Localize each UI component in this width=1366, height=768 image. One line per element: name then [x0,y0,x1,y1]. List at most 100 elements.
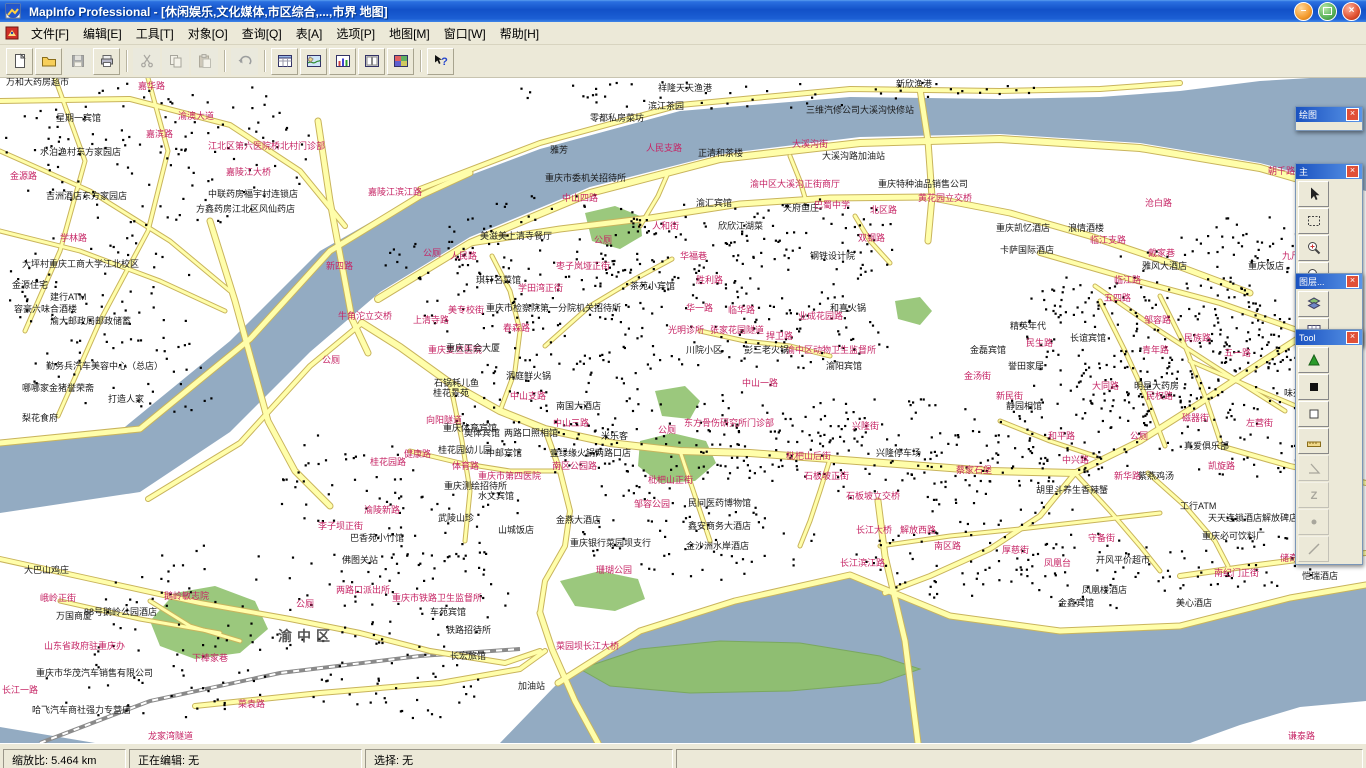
map-label: 渝中区大溪沟正街商厅 [750,178,840,189]
palette-layers-layers-button[interactable] [1298,291,1329,317]
status-zoom[interactable]: 缩放比: 5.464 km [3,749,126,768]
restore-button[interactable] [1318,2,1337,21]
map-label: 菜园坝长江大桥 [556,640,619,651]
palette-drawing-close-button[interactable]: × [1346,108,1359,121]
map-label: 青年路 [1142,344,1169,355]
menu-options[interactable]: 选项[P] [329,25,382,43]
map-label: 重庆凯忆酒店 [996,222,1050,233]
menu-query[interactable]: 查询[Q] [235,25,289,43]
map-label: 重庆特种油品销售公司 [878,178,968,189]
minimize-button[interactable]: – [1294,2,1313,21]
title-bar[interactable]: MapInfo Professional - [休闲娱乐,文化媒体,市区综合,.… [0,0,1366,22]
menu-table[interactable]: 表[A] [289,25,330,43]
map-label: 大同路 [1092,380,1119,391]
palette-layers-titlebar[interactable]: 图层...× [1296,274,1362,289]
map-label: 公厕 [296,599,314,609]
palette-tool-runner-button[interactable] [1298,347,1329,373]
map-label: 朝千路 [1268,165,1295,176]
palette-main-arrow-button[interactable] [1298,181,1329,207]
palette-main-close-button[interactable]: × [1346,165,1359,178]
palette-tool-title: Tool [1299,333,1343,343]
toolbar-undo-button [231,48,258,75]
palette-tool-whitesquare-button[interactable] [1298,401,1329,427]
zoomin-icon [1306,240,1322,256]
map-label: 枇杷山后街 [786,450,831,461]
map-label: 沧白路 [1145,197,1172,208]
palette-main-zoomin-button[interactable] [1298,235,1329,261]
toolbar-new-redistrict-button[interactable] [387,48,414,75]
ruler-icon [1306,433,1322,449]
menu-objects[interactable]: 对象[O] [181,25,235,43]
menu-help[interactable]: 帮助[H] [493,25,546,43]
map-label: 龙家湾隧道 [148,730,193,741]
map-label: 壹绿缘火锅两路口店 [550,447,631,458]
palette-tool-dot-button [1298,509,1329,535]
map-label: 奥体宾馆 [464,427,500,438]
toolbar-new-layout-button[interactable] [358,48,385,75]
graphwin-icon [335,53,351,69]
toolbar-print-button[interactable] [93,48,120,75]
toolbar-cut-button [133,48,160,75]
map-label: 万和大药房超市 [6,78,69,87]
status-selection[interactable]: 选择: 无 [365,749,673,768]
map-label: 捍卫路 [766,330,793,341]
map-label: 长谊宾馆 [1070,332,1106,343]
toolbar-new-map-button[interactable] [300,48,327,75]
whitesquare-icon [1306,406,1322,422]
toolbar-new-button[interactable] [6,48,33,75]
mapwin-icon [306,53,322,69]
palette-drawing: 绘图× [1295,106,1363,131]
map-label: 华一路 [686,302,713,313]
palette-main-marquee-button[interactable] [1298,208,1329,234]
map-label: 雅风大酒店 [1142,260,1187,271]
map-label: 金沙洲水岸酒店 [686,540,749,551]
palette-tool-close-button[interactable]: × [1346,331,1359,344]
map-label: 南纪门正街 [1214,567,1259,578]
marquee-icon [1306,213,1322,229]
toolbar-new-graph-button[interactable] [329,48,356,75]
districtwin-icon [393,53,409,69]
toolbar-new-browser-button[interactable] [271,48,298,75]
map-label: 光明诊所 [668,324,704,335]
district-label: 渝中区 [278,628,335,644]
map-label: 桂花园路 [370,456,406,467]
close-button[interactable]: × [1342,2,1361,21]
map-label: 重庆银行菜园坝支行 [570,537,651,548]
map-label: 公厕 [594,235,612,245]
menu-window[interactable]: 窗口[W] [437,25,493,43]
map-label: 佛图关站 [342,554,378,565]
map-label: 华福巷 [680,250,707,261]
map-canvas[interactable]: 嘉华路渝开发华新小区万和大药房超市星期一宾馆渝澳大道嘉滨路水泊渔村东方家园店江北… [0,78,1366,743]
map-label: 88号鹅岭公园酒店 [84,606,157,617]
map-label: 重庆市华茂汽车销售有限公司 [36,667,153,678]
map-label: 两路口照相馆 [504,427,558,438]
toolbar-copy-button [162,48,189,75]
status-filler [676,749,1363,768]
palette-tool-ruler-button[interactable] [1298,428,1329,454]
status-editing[interactable]: 正在编辑: 无 [129,749,362,768]
menu-edit[interactable]: 编辑[E] [76,25,129,43]
map-window-icon[interactable] [4,25,20,41]
menu-tools[interactable]: 工具[T] [129,25,181,43]
map-label: 人民支路 [646,142,682,153]
menu-file[interactable]: 文件[F] [24,25,76,43]
helparrow-icon: ? [433,53,449,69]
map-label: 渝中区动物卫生监督所 [786,344,876,355]
map-label: 蔡家石堡 [956,464,992,475]
palette-tool-titlebar[interactable]: Tool× [1296,330,1362,345]
map-label: 大溪沟路加油站 [822,150,885,161]
map-label: 金源住宅 [12,279,48,290]
toolbar-open-button[interactable] [35,48,62,75]
palette-layers-title: 图层... [1299,275,1343,288]
palette-layers-close-button[interactable]: × [1346,275,1359,288]
map-label: 磁器街 [1182,412,1209,423]
map-label: 紫燕鸡汤 [1138,470,1174,481]
palette-tool-blacksquare-button[interactable] [1298,374,1329,400]
menu-map[interactable]: 地图[M] [382,25,437,43]
map-label: 双钢路 [858,232,885,243]
toolbar-help-button[interactable]: ? [427,48,454,75]
palette-main-titlebar[interactable]: 主× [1296,164,1362,179]
palette-drawing-titlebar[interactable]: 绘图× [1296,107,1362,122]
printer-icon [99,53,115,69]
map-label: 枇杷山正街 [648,474,693,485]
